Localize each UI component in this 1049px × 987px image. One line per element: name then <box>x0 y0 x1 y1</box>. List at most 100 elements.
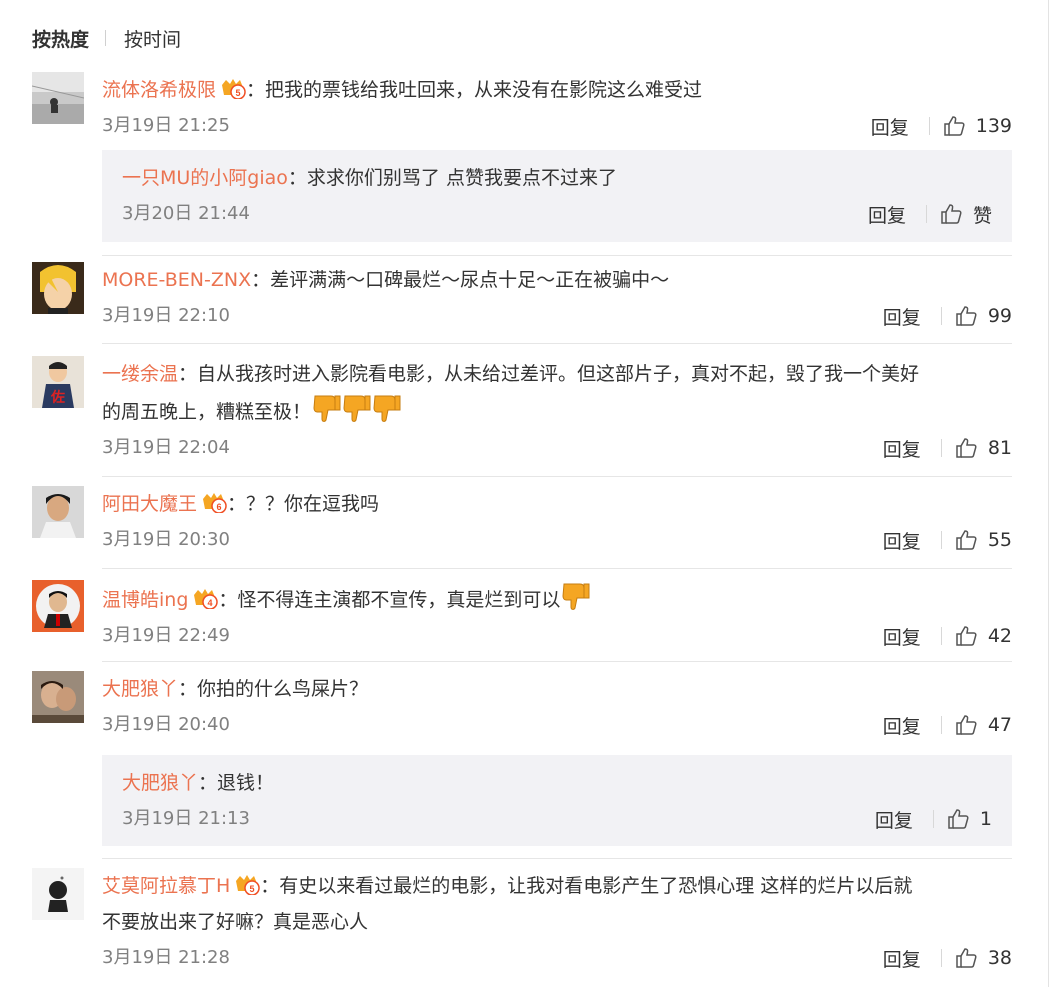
like-button[interactable]: 99 <box>954 304 1012 328</box>
comment-content-line2: 不要放出来了好嘛？真是恶心人 <box>102 911 369 933</box>
comment-text: 艾莫阿拉慕丁H 5 ：有史以来看过最烂的电影，让我对看电影产生了恐惧心理 这样的烂片… <box>102 868 1012 904</box>
avatar[interactable] <box>32 72 84 124</box>
comment-meta: 3月19日 20:40 回复 47 <box>102 707 1012 743</box>
action-divider <box>940 307 942 325</box>
divider <box>102 255 1012 256</box>
svg-text:佐: 佐 <box>50 389 65 406</box>
comment-meta: 3月19日 21:28 回复 38 <box>102 940 1012 976</box>
reply-button[interactable]: 回复 <box>875 806 913 833</box>
username-link[interactable]: 一缕余温 <box>102 363 178 385</box>
reply-content: ：求求你们别骂了 点赞我要点不过来了 <box>287 167 617 189</box>
like-button[interactable]: 42 <box>954 624 1012 648</box>
reply-button[interactable]: 回复 <box>871 113 909 140</box>
action-divider <box>928 117 930 135</box>
action-divider <box>940 531 942 549</box>
svg-text:5: 5 <box>250 884 255 894</box>
reply-meta: 3月20日 21:44 回复 赞 <box>122 196 992 232</box>
divider <box>102 858 1012 859</box>
comment-text: 流体洛希极限 5 ：把我的票钱给我吐回来，从来没有在影院这么难受过 <box>102 72 1012 108</box>
reply-button[interactable]: 回复 <box>883 527 921 554</box>
username-link[interactable]: MORE-BEN-ZNX <box>102 269 251 291</box>
thumbs-up-icon <box>956 438 977 458</box>
comment-text-cont: 的周五晚上，糟糕至极！ <box>102 392 1012 430</box>
like-button[interactable]: 赞 <box>939 201 992 228</box>
reply-time: 3月19日 21:13 <box>122 808 250 829</box>
reply-actions: 回复 赞 <box>868 196 992 232</box>
username-link[interactable]: 流体洛希极限 <box>102 79 216 101</box>
dislike-emoji-icon <box>562 583 590 610</box>
action-divider <box>925 205 927 223</box>
dislike-emoji-icon <box>343 395 371 422</box>
reply-button[interactable]: 回复 <box>868 201 906 228</box>
action-divider <box>940 716 942 734</box>
thumbs-up-icon <box>956 715 977 735</box>
like-button[interactable]: 38 <box>954 946 1012 970</box>
action-divider <box>940 439 942 457</box>
divider <box>102 661 1012 662</box>
comment-list-page: 按热度 按时间 流体洛希极限 5 ：把我的票钱给我吐回来，从来没有在影院这么难受过 … <box>0 0 1049 987</box>
thumbs-up-icon <box>948 809 969 829</box>
reply-button[interactable]: 回复 <box>883 712 921 739</box>
username-link[interactable]: 大肥狼丫 <box>122 772 198 794</box>
reply-box: 一只MU的小阿giao：求求你们别骂了 点赞我要点不过来了 3月20日 21:4… <box>102 150 1012 242</box>
reply-button[interactable]: 回复 <box>883 945 921 972</box>
like-count: 1 <box>979 808 992 830</box>
avatar[interactable]: 佐 <box>32 356 84 408</box>
svg-text:4: 4 <box>208 598 213 608</box>
avatar[interactable] <box>32 868 84 920</box>
username-link[interactable]: 一只MU的小阿giao <box>122 167 288 189</box>
dislike-emoji-icon <box>313 395 341 422</box>
comment-text: 大肥狼丫：你拍的什么鸟屎片？ <box>102 671 1012 707</box>
like-button[interactable]: 47 <box>954 713 1012 737</box>
comment-time: 3月19日 20:30 <box>102 529 230 550</box>
comment-actions: 回复 99 <box>883 298 1012 334</box>
username-link[interactable]: 温博皓ing <box>102 589 188 611</box>
thumbs-up-icon <box>956 626 977 646</box>
sort-by-hot-tab[interactable]: 按热度 <box>32 25 89 52</box>
comment-text: 阿田大魔王 6 ：？？你在逗我吗 <box>102 486 1012 522</box>
like-count: 81 <box>987 437 1012 459</box>
sort-by-time-tab[interactable]: 按时间 <box>124 25 181 52</box>
username-link[interactable]: 阿田大魔王 <box>102 493 197 515</box>
dislike-emoji-icon <box>373 395 401 422</box>
divider <box>102 476 1012 477</box>
svg-text:5: 5 <box>236 88 241 98</box>
reply-button[interactable]: 回复 <box>883 303 921 330</box>
comment-time: 3月19日 22:04 <box>102 437 230 458</box>
comment-meta: 3月19日 20:30 回复 55 <box>102 522 1012 558</box>
reply-meta: 3月19日 21:13 回复 1 <box>122 801 992 837</box>
username-link[interactable]: 艾莫阿拉慕丁H <box>102 875 230 897</box>
vip-badge-icon: 5 <box>236 875 261 895</box>
reply-button[interactable]: 回复 <box>883 435 921 462</box>
like-count: 139 <box>975 115 1012 137</box>
comment-meta: 3月19日 21:25 回复 139 <box>102 108 1012 144</box>
comment-meta: 3月19日 22:04 回复 81 <box>102 430 1012 466</box>
vip-badge-icon: 4 <box>194 589 219 609</box>
like-button[interactable]: 139 <box>942 114 1012 138</box>
sort-divider <box>105 30 107 46</box>
thumbs-up-icon <box>941 204 962 224</box>
reply-content: ：退钱！ <box>198 772 275 794</box>
reply-button[interactable]: 回复 <box>883 623 921 650</box>
avatar[interactable] <box>32 262 84 314</box>
like-count: 47 <box>987 714 1012 736</box>
reply-text: 大肥狼丫：退钱！ <box>122 765 992 801</box>
vip-badge-icon: 6 <box>203 493 227 513</box>
avatar[interactable] <box>32 671 84 723</box>
comment-time: 3月19日 21:25 <box>102 115 230 136</box>
like-button[interactable]: 55 <box>954 528 1012 552</box>
like-button[interactable]: 81 <box>954 436 1012 460</box>
comment-content: ：自从我孩时进入影院看电影，从未给过差评。但这部片子，真对不起，毁了我一个美好 <box>178 363 920 385</box>
username-link[interactable]: 大肥狼丫 <box>102 678 178 700</box>
like-button[interactable]: 1 <box>946 807 992 831</box>
comment-content: ：差评满满～口碑最烂～尿点十足～正在被骗中～ <box>251 269 670 291</box>
avatar[interactable] <box>32 486 84 538</box>
sort-tabs: 按热度 按时间 <box>32 24 181 52</box>
avatar[interactable] <box>32 580 84 632</box>
comment-actions: 回复 139 <box>871 108 1012 144</box>
thumbs-up-icon <box>943 116 965 136</box>
comment-actions: 回复 42 <box>883 618 1012 654</box>
comment-content: ：你拍的什么鸟屎片？ <box>178 678 369 700</box>
comment-content-line2: 的周五晚上，糟糕至极！ <box>102 401 312 423</box>
thumbs-up-icon <box>956 530 977 550</box>
